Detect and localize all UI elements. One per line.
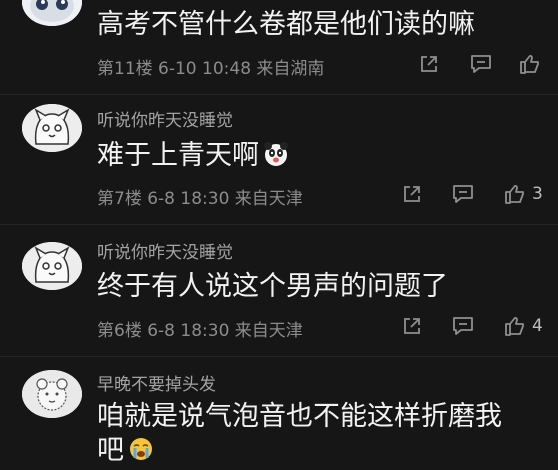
username[interactable]: 早晚不要掉头发: [97, 370, 216, 395]
panda-emoji-icon: [264, 142, 288, 166]
comment-meta: 第7楼 6-8 18:30 来自天津: [97, 189, 303, 209]
comment-content: 难于上青天啊: [97, 137, 289, 175]
cartoon-cat-avatar-icon: [22, 242, 82, 290]
share-icon[interactable]: [415, 50, 443, 78]
username[interactable]: 听说你昨天没睡觉: [97, 106, 233, 131]
comment-content-continued: 吧: [97, 432, 154, 470]
username[interactable]: 听说你昨天没睡觉: [97, 238, 233, 263]
comment-content: 终于有人说这个男声的问题了: [97, 271, 448, 302]
like-count: 4: [532, 316, 543, 336]
thumbs-up-icon[interactable]: [501, 180, 529, 208]
reply-icon[interactable]: [449, 312, 477, 340]
avatar[interactable]: [22, 104, 82, 152]
sketch-bear-avatar-icon: [22, 370, 82, 418]
comment-text: 难于上青天啊: [97, 140, 259, 171]
crying-emoji-icon: [130, 438, 152, 460]
thumbs-up-icon[interactable]: [516, 50, 544, 78]
divider: [0, 94, 558, 95]
like-count: 3: [532, 184, 543, 204]
divider: [0, 356, 558, 357]
comment-content: 咱就是说气泡音也不能这样折磨我: [97, 401, 502, 432]
comment-meta: 第6楼 6-8 18:30 来自天津: [97, 321, 303, 341]
share-icon[interactable]: [398, 180, 426, 208]
avatar[interactable]: [22, 370, 82, 418]
comment-text: 吧: [97, 435, 124, 466]
reply-icon[interactable]: [449, 180, 477, 208]
cartoon-cat-avatar-icon: [22, 104, 82, 152]
avatar[interactable]: [22, 242, 82, 290]
cat-sticker-avatar-icon: [22, 0, 82, 26]
reply-icon[interactable]: [467, 50, 495, 78]
thumbs-up-icon[interactable]: [501, 312, 529, 340]
comment-content: 高考不管什么卷都是他们读的嘛: [97, 9, 475, 40]
comment-meta: 第11楼 6-10 10:48 来自湖南: [97, 59, 325, 79]
avatar[interactable]: [22, 0, 82, 26]
share-icon[interactable]: [398, 312, 426, 340]
divider: [0, 224, 558, 225]
